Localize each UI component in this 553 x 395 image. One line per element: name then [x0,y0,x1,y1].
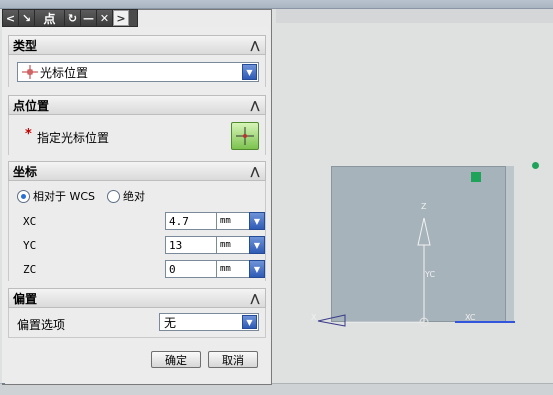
collapse-icon[interactable]: ⋀ [247,163,263,179]
section-body-point-location: * 指定光标位置 [8,115,266,155]
chevron-down-icon[interactable]: ▼ [242,64,257,80]
ok-button[interactable]: 确定 [151,351,201,368]
point-select-icon [236,127,254,145]
section-header-point-location[interactable]: 点位置 ⋀ [8,95,266,115]
yc-unit[interactable]: mm [217,236,250,254]
zc-label: ZC [23,263,37,276]
offset-option-label: 偏置选项 [17,318,66,332]
section-body-type: 光标位置 ▼ [8,55,266,87]
radio-relative-wcs-label: 相对于 WCS [33,190,96,203]
xc-label: XC [23,215,37,228]
radio-relative-wcs[interactable]: 相对于 WCS [17,188,95,204]
yc-spinner-icon[interactable]: ▼ [249,236,265,254]
xc-unit[interactable]: mm [217,212,250,230]
yc-input[interactable]: 13 [165,236,217,254]
zc-unit[interactable]: mm [217,260,250,278]
axis-label-xc: XC [465,313,476,322]
point-select-button[interactable] [231,122,259,150]
type-dropdown-value: 光标位置 [40,65,89,80]
pin-icon[interactable]: ↘ [19,10,35,26]
axis-label-x: X [311,313,317,322]
reset-icon[interactable]: ↻ [65,10,81,26]
back-arrow-icon[interactable]: < [3,10,19,26]
dialog-title: 点 [35,10,65,26]
zc-spinner-icon[interactable]: ▼ [249,260,265,278]
section-header-offset[interactable]: 偏置 ⋀ [8,288,266,308]
green-point-dot[interactable] [532,162,539,169]
zc-input[interactable]: 0 [165,260,217,278]
green-marker-square[interactable] [471,172,481,182]
offset-dropdown[interactable]: 无 ▼ [159,313,259,331]
section-title-coordinates: 坐标 [13,164,38,179]
radio-absolute-label: 绝对 [123,190,145,203]
section-body-coordinates: 相对于 WCS 绝对 XC 4.7 mm ▼ YC 13 mm ▼ ZC 0 m… [8,181,266,281]
collapse-icon[interactable]: ⋀ [247,97,263,113]
dialog-body: 类型 ⋀ 光标位置 ▼ 点位置 ⋀ * 指定光标位置 坐标 ⋀ 相对于 WCS … [2,27,269,383]
required-mark: * [25,127,32,142]
crosshair-icon [22,65,38,79]
radio-relative-wcs-indicator[interactable] [17,189,30,203]
section-header-type[interactable]: 类型 ⋀ [8,35,266,55]
chevron-down-icon[interactable]: ▼ [242,315,257,329]
section-title-type: 类型 [13,38,38,53]
section-title-offset: 偏置 [13,291,38,306]
close-icon[interactable]: ✕ [97,10,113,26]
cancel-button[interactable]: 取消 [208,351,258,368]
minimize-icon[interactable]: — [81,10,97,26]
dialog-titlebar: < ↘ 点 ↻ — ✕ > [2,9,138,27]
app-toolbar [0,0,553,9]
more-arrow-icon[interactable]: > [113,10,129,26]
wcs-triad [317,217,515,327]
radio-absolute[interactable]: 绝对 [107,188,145,204]
section-header-coordinates[interactable]: 坐标 ⋀ [8,161,266,181]
yc-label: YC [23,239,37,252]
type-dropdown[interactable]: 光标位置 ▼ [17,62,259,82]
section-title-point-location: 点位置 [13,98,50,113]
radio-absolute-indicator[interactable] [107,189,120,203]
collapse-icon[interactable]: ⋀ [247,290,263,306]
offset-dropdown-value: 无 [164,315,177,330]
app-resource-strip [276,9,553,23]
axis-label-z: Z [421,202,427,211]
xc-input[interactable]: 4.7 [165,212,217,230]
section-body-offset: 偏置选项 无 ▼ [8,308,266,338]
collapse-icon[interactable]: ⋀ [247,37,263,53]
specify-cursor-location-label: 指定光标位置 [37,131,110,145]
axis-label-yc: YC [425,270,436,279]
xc-spinner-icon[interactable]: ▼ [249,212,265,230]
